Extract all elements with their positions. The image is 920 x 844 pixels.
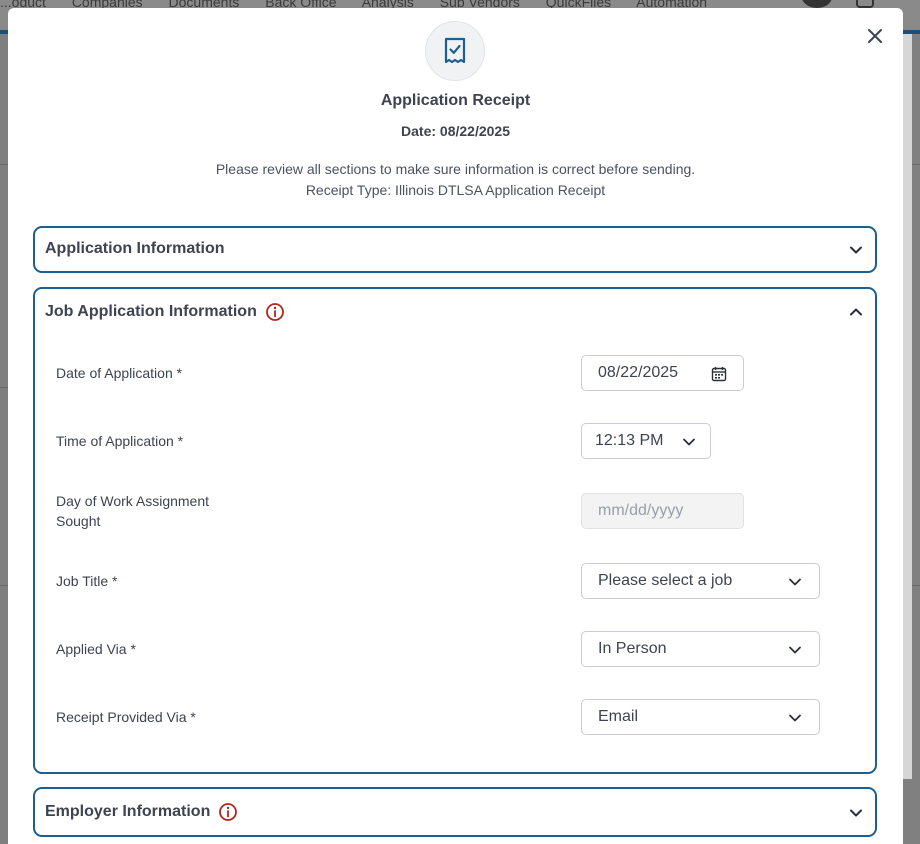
background-bell-icon xyxy=(856,0,874,8)
job-title-label: Job Title * xyxy=(56,573,118,589)
day-of-work-label-line: Day of Work Assignment xyxy=(56,493,210,509)
chevron-down-icon xyxy=(683,438,695,446)
calendar-icon[interactable] xyxy=(711,366,727,382)
background-divider xyxy=(0,585,8,586)
modal-title: Application Receipt xyxy=(380,92,531,109)
date-of-application-input[interactable]: 08/22/2025 xyxy=(581,355,744,391)
time-value: 12:13 PM xyxy=(595,432,664,449)
day-of-work-label: Day of Work Assignment Sought xyxy=(56,491,209,531)
warning-info-icon[interactable] xyxy=(218,802,238,822)
section-title: Application Information xyxy=(45,228,225,270)
receipt-type: Receipt Type: Illinois DTLSA Application… xyxy=(305,182,606,198)
applied-via-select[interactable]: In Person xyxy=(581,631,820,667)
close-button[interactable] xyxy=(865,26,885,46)
section-title-text: Job Application Information xyxy=(45,303,257,320)
receipt-provided-via-value: Email xyxy=(598,708,639,725)
chevron-down-icon xyxy=(789,646,801,654)
background-avatar xyxy=(802,0,832,8)
date-value: 08/22/2025 xyxy=(598,364,679,381)
section-application-information[interactable]: Application Information xyxy=(33,226,877,273)
time-of-application-select[interactable]: 12:13 PM xyxy=(581,423,711,459)
applied-via-value: In Person xyxy=(598,640,667,657)
instructions: Please review all sections to make sure … xyxy=(8,159,903,201)
section-title: Employer Information xyxy=(45,791,238,833)
background-left-edge xyxy=(0,34,8,844)
time-of-application-label: Time of Application * xyxy=(56,433,184,449)
instructions-line: Please review all sections to make sure … xyxy=(215,161,696,177)
section-title-text: Employer Information xyxy=(45,803,211,820)
background-divider xyxy=(0,164,8,165)
header-icon-badge xyxy=(425,21,485,81)
applied-via-label: Applied Via * xyxy=(56,641,136,657)
background-divider xyxy=(0,387,8,388)
modal-scrollbar-thumb[interactable] xyxy=(903,34,912,779)
section-employer-information[interactable]: Employer Information xyxy=(33,787,877,837)
chevron-down-icon xyxy=(789,578,801,586)
date-placeholder: mm/dd/yyyy xyxy=(598,502,684,519)
section-title[interactable]: Job Application Information xyxy=(45,291,285,333)
day-of-work-input: mm/dd/yyyy xyxy=(581,493,744,529)
job-title-select[interactable]: Please select a job xyxy=(581,563,820,599)
chevron-down-icon xyxy=(789,714,801,722)
warning-info-icon[interactable] xyxy=(265,302,285,322)
chevron-up-icon[interactable] xyxy=(849,305,863,319)
chevron-down-icon[interactable] xyxy=(849,806,863,820)
close-icon xyxy=(868,29,882,43)
date-of-application-label: Date of Application * xyxy=(56,365,183,381)
job-title-value: Please select a job xyxy=(598,572,733,589)
section-job-application-information: Job Application Information Date of Appl… xyxy=(33,287,877,774)
receipt-provided-via-select[interactable]: Email xyxy=(581,699,820,735)
day-of-work-label-line: Sought xyxy=(56,513,101,529)
receipt-date: Date: 08/22/2025 xyxy=(401,123,510,139)
receipt-provided-via-label: Receipt Provided Via * xyxy=(56,709,196,725)
section-title-text: Application Information xyxy=(45,240,225,257)
chevron-down-icon[interactable] xyxy=(849,243,863,257)
receipt-check-icon xyxy=(444,37,466,64)
application-receipt-modal: Application Receipt Date: 08/22/2025 Ple… xyxy=(8,8,903,844)
